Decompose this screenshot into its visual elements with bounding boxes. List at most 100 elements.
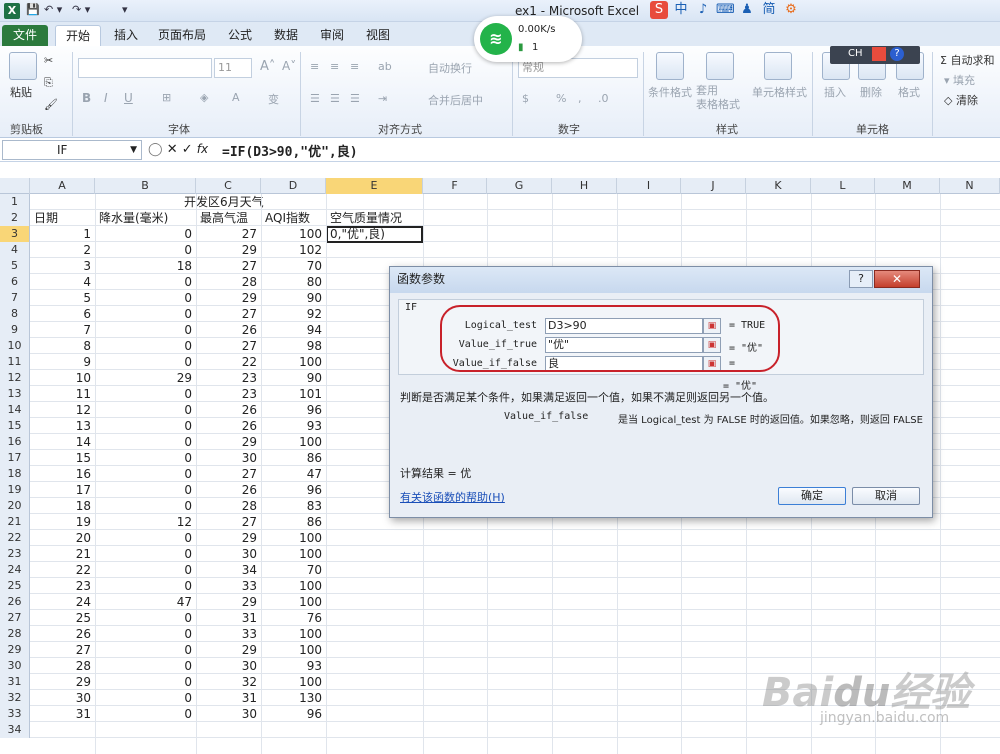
fill-button[interactable]: ▾ 填充 bbox=[944, 72, 975, 88]
orientation-icon[interactable]: ab bbox=[378, 60, 392, 73]
cell[interactable]: 86 bbox=[261, 514, 324, 530]
column-header-j[interactable]: J bbox=[681, 178, 746, 194]
row-header[interactable]: 15 bbox=[0, 418, 30, 434]
cell[interactable]: 22 bbox=[196, 354, 259, 370]
cell[interactable]: 0 bbox=[95, 642, 194, 658]
cell[interactable]: 26 bbox=[196, 322, 259, 338]
cell[interactable]: 27 bbox=[196, 226, 259, 242]
comma-icon[interactable]: , bbox=[578, 92, 582, 105]
cell[interactable]: 0 bbox=[95, 322, 194, 338]
fill-color-icon[interactable]: ◈ bbox=[200, 91, 208, 104]
cell[interactable]: 17 bbox=[30, 482, 93, 498]
cell[interactable]: 100 bbox=[261, 594, 324, 610]
customize-qa-icon[interactable]: ▾ bbox=[122, 3, 128, 19]
cell[interactable]: 0 bbox=[95, 562, 194, 578]
cell[interactable]: 31 bbox=[30, 706, 93, 722]
cell[interactable]: 0 bbox=[95, 546, 194, 562]
name-box[interactable]: IF ▼ bbox=[2, 140, 142, 160]
row-header[interactable]: 4 bbox=[0, 242, 30, 258]
row-header[interactable]: 2 bbox=[0, 210, 30, 226]
cell[interactable]: 9 bbox=[30, 354, 93, 370]
cell[interactable]: 12 bbox=[30, 402, 93, 418]
cell[interactable]: 23 bbox=[196, 386, 259, 402]
cell[interactable]: 130 bbox=[261, 690, 324, 706]
bold-icon[interactable]: B bbox=[82, 91, 91, 105]
merge-center-button[interactable]: 合并后居中 bbox=[428, 92, 483, 108]
delete-cells-button[interactable]: 删除 bbox=[860, 84, 882, 100]
row-header[interactable]: 25 bbox=[0, 578, 30, 594]
tab-data[interactable]: 数据 bbox=[264, 25, 308, 46]
cell[interactable]: 0 bbox=[95, 354, 194, 370]
language-badge[interactable]: CH bbox=[848, 48, 863, 59]
cell[interactable]: 29 bbox=[95, 370, 194, 386]
save-icon[interactable]: 💾 bbox=[26, 3, 40, 19]
cell[interactable]: 93 bbox=[261, 658, 324, 674]
cell[interactable]: 0 bbox=[95, 306, 194, 322]
cell[interactable]: 0 bbox=[95, 338, 194, 354]
cell[interactable]: 30 bbox=[30, 690, 93, 706]
align-bottom-icon[interactable]: ≡ bbox=[350, 60, 359, 73]
cell[interactable]: 34 bbox=[196, 562, 259, 578]
indent-icon[interactable]: ⇥ bbox=[378, 92, 387, 105]
cell[interactable]: 100 bbox=[261, 354, 324, 370]
cell[interactable]: 100 bbox=[261, 642, 324, 658]
cell[interactable]: 0 bbox=[95, 274, 194, 290]
tab-view[interactable]: 视图 bbox=[356, 25, 400, 46]
cell[interactable]: 0 bbox=[95, 706, 194, 722]
cell[interactable]: 29 bbox=[30, 674, 93, 690]
clear-button[interactable]: ◇ 清除 bbox=[944, 92, 978, 108]
column-header-m[interactable]: M bbox=[875, 178, 940, 194]
cell[interactable]: 47 bbox=[95, 594, 194, 610]
help-icon[interactable]: ? bbox=[890, 47, 904, 61]
cell[interactable]: 26 bbox=[196, 402, 259, 418]
cell[interactable]: 29 bbox=[196, 242, 259, 258]
cell[interactable]: 93 bbox=[261, 418, 324, 434]
cell[interactable]: 27 bbox=[196, 306, 259, 322]
column-header-f[interactable]: F bbox=[423, 178, 487, 194]
column-header-n[interactable]: N bbox=[940, 178, 1000, 194]
cell[interactable]: 0 bbox=[95, 626, 194, 642]
cell[interactable]: 0 bbox=[95, 690, 194, 706]
tab-review[interactable]: 审阅 bbox=[310, 25, 354, 46]
format-painter-icon[interactable]: 🖌 bbox=[44, 98, 58, 111]
select-all-corner[interactable] bbox=[0, 178, 30, 194]
row-header[interactable]: 11 bbox=[0, 354, 30, 370]
cell[interactable]: 28 bbox=[30, 658, 93, 674]
cell[interactable]: 100 bbox=[261, 530, 324, 546]
copy-icon[interactable]: ⎘ bbox=[44, 76, 53, 90]
row-header[interactable]: 27 bbox=[0, 610, 30, 626]
cell[interactable]: 100 bbox=[261, 626, 324, 642]
column-header-k[interactable]: K bbox=[746, 178, 811, 194]
cell[interactable]: 86 bbox=[261, 450, 324, 466]
row-header[interactable]: 32 bbox=[0, 690, 30, 706]
cell[interactable]: 19 bbox=[30, 514, 93, 530]
row-header[interactable]: 16 bbox=[0, 434, 30, 450]
ime-item[interactable]: 简 bbox=[760, 1, 778, 19]
cell[interactable]: 7 bbox=[30, 322, 93, 338]
redo-icon[interactable]: ↷ ▾ bbox=[72, 3, 90, 19]
row-header[interactable]: 22 bbox=[0, 530, 30, 546]
row-header[interactable]: 28 bbox=[0, 626, 30, 642]
ime-item[interactable]: ⌨ bbox=[716, 1, 735, 19]
dialog-close-button[interactable]: ✕ bbox=[874, 270, 920, 288]
row-header[interactable]: 13 bbox=[0, 386, 30, 402]
align-center-icon[interactable]: ☰ bbox=[330, 92, 340, 105]
cell[interactable]: 96 bbox=[261, 402, 324, 418]
cell[interactable]: 8 bbox=[30, 338, 93, 354]
row-header[interactable]: 14 bbox=[0, 402, 30, 418]
cell[interactable]: 28 bbox=[196, 498, 259, 514]
italic-icon[interactable]: I bbox=[104, 91, 108, 105]
cell[interactable]: 0 bbox=[95, 450, 194, 466]
function-help-link[interactable]: 有关该函数的帮助(H) bbox=[400, 489, 505, 505]
cell[interactable]: 1 bbox=[30, 226, 93, 242]
cell[interactable]: 100 bbox=[261, 434, 324, 450]
row-header[interactable]: 23 bbox=[0, 546, 30, 562]
cell[interactable]: 100 bbox=[261, 578, 324, 594]
cell[interactable]: 0 bbox=[95, 482, 194, 498]
row-header[interactable]: 12 bbox=[0, 370, 30, 386]
row-header[interactable]: 3 bbox=[0, 226, 30, 242]
phonetic-icon[interactable]: 变 bbox=[268, 91, 279, 107]
cell[interactable]: 28 bbox=[196, 274, 259, 290]
decimal-icon[interactable]: .0 bbox=[598, 92, 609, 105]
cell[interactable]: 23 bbox=[30, 578, 93, 594]
